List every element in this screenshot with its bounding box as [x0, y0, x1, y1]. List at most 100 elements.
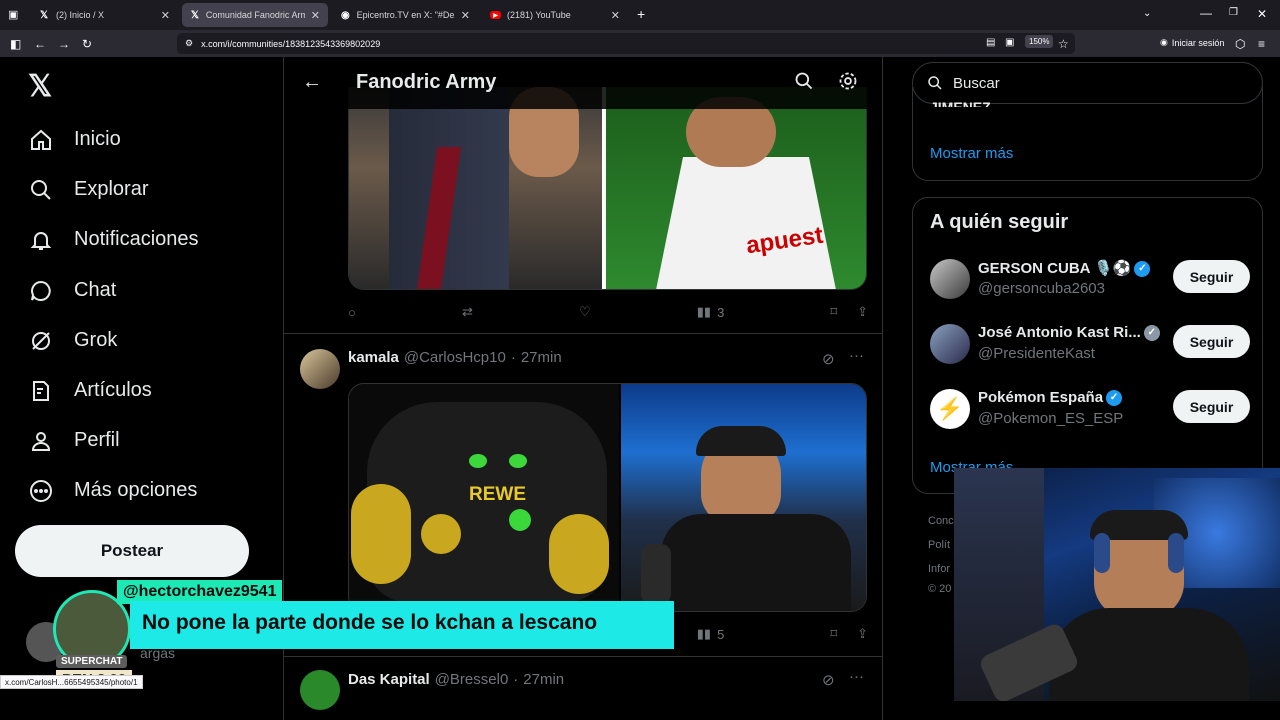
restore-icon[interactable]: ❐ — [1229, 7, 1238, 18]
avatar[interactable] — [930, 324, 970, 364]
close-window-icon[interactable]: ✕ — [1257, 7, 1267, 21]
follow-handle: @Pokemon_ES_ESP — [978, 410, 1124, 427]
more-options-icon[interactable]: ··· — [849, 347, 864, 364]
author-name[interactable]: Das Kapital — [348, 671, 430, 688]
follow-button[interactable]: Seguir — [1173, 325, 1250, 358]
nav-item-perfil[interactable]: Perfil — [28, 428, 120, 453]
media-image[interactable]: REWE — [349, 384, 619, 611]
zoom-level[interactable]: 150% — [1025, 35, 1054, 48]
close-tab-icon[interactable]: ✕ — [311, 9, 320, 22]
menu-icon[interactable]: ≡ — [1258, 37, 1265, 51]
avatar[interactable] — [300, 670, 340, 710]
tweet-media[interactable]: apuest — [348, 87, 867, 290]
tweet-header: Das Kapital @Bressel0 · 27min — [348, 671, 564, 688]
footer-link[interactable]: Infor — [928, 563, 950, 575]
post-button[interactable]: Postear — [15, 525, 249, 577]
show-more-link[interactable]: Mostrar más — [930, 145, 1013, 162]
minimize-icon[interactable]: — — [1200, 6, 1212, 20]
circle-icon: ◉ — [340, 9, 350, 21]
repost-icon[interactable]: ⇄ — [462, 304, 473, 320]
reader-icon[interactable]: ▤ — [986, 37, 995, 48]
sidebar-icon[interactable]: ◧ — [10, 37, 21, 51]
avatar[interactable] — [930, 259, 970, 299]
views-button[interactable]: ▮▮ 5 — [697, 626, 725, 642]
follow-button[interactable]: Seguir — [1173, 390, 1250, 423]
divider — [284, 333, 882, 334]
nav-item-articulos[interactable]: Artículos — [28, 378, 152, 403]
grok-icon[interactable]: ⊘ — [822, 350, 835, 368]
webcam-overlay — [954, 468, 1280, 701]
tab-label: (2) Inicio / X — [56, 10, 105, 20]
nav-label: Notificaciones — [74, 228, 199, 250]
chevron-down-icon[interactable]: ⌄ — [1143, 8, 1151, 19]
more-options-icon[interactable]: ··· — [849, 668, 864, 685]
tweet-media[interactable]: REWE — [348, 383, 867, 612]
tab-inicio[interactable]: 𝕏 (2) Inicio / X ✕ — [30, 3, 178, 27]
views-button[interactable]: ▮▮ 3 — [697, 304, 725, 320]
bookmark-star-icon[interactable]: ☆ — [1058, 37, 1069, 51]
address-toolbar: ◧ ← → ↻ ⚙ x.com/i/communities/1838123543… — [0, 30, 1280, 57]
tab-comunidad[interactable]: 𝕏 Comunidad Fanodric Army / X ✕ — [182, 3, 328, 27]
share-icon[interactable]: ⇪ — [857, 626, 868, 642]
nav-item-notificaciones[interactable]: Notificaciones — [28, 227, 199, 252]
tab-epicentro[interactable]: ◉ Epicentro.TV en X: "#Debat ✕ — [332, 3, 478, 27]
x-logo-icon[interactable]: 𝕏 — [28, 69, 52, 104]
back-arrow-icon[interactable]: ← — [302, 71, 322, 94]
close-tab-icon[interactable]: ✕ — [161, 9, 170, 22]
url-text: x.com/i/communities/1838123543369802029 — [201, 38, 381, 49]
author-name[interactable]: kamala — [348, 349, 399, 366]
follow-suggestion[interactable]: ⚡ Pokémon España ✓ @Pokemon_ES_ESP Seguir — [930, 385, 1250, 433]
avatar[interactable] — [300, 349, 340, 389]
tab-overview-icon[interactable]: ▣ — [8, 8, 18, 21]
author-handle[interactable]: @CarlosHcp10 — [404, 349, 506, 366]
close-tab-icon[interactable]: ✕ — [461, 9, 470, 22]
site-info-icon[interactable]: ⚙ — [185, 38, 193, 49]
status-bar-url: x.com/CarlosH...6655495345/photo/1 — [0, 675, 143, 689]
follow-suggestion[interactable]: GERSON CUBA 🎙️⚽ ✓ @gersoncuba2603 Seguir — [930, 255, 1250, 303]
author-handle[interactable]: @Bressel0 — [435, 671, 509, 688]
community-header: ← Fanodric Army — [284, 57, 882, 109]
url-bar[interactable]: ⚙ x.com/i/communities/183812354336980202… — [177, 33, 1075, 54]
new-tab-icon[interactable]: + — [637, 6, 645, 22]
tab-youtube[interactable]: ▶ (2181) YouTube ✕ — [482, 3, 628, 27]
gear-icon[interactable] — [838, 71, 858, 97]
reply-icon[interactable]: ○ — [348, 305, 356, 320]
reload-icon[interactable]: ↻ — [82, 37, 92, 51]
views-count: 5 — [717, 626, 725, 642]
nav-label: Grok — [74, 329, 118, 351]
pikachu-avatar[interactable]: ⚡ — [930, 389, 970, 429]
login-button[interactable]: ◉ Iniciar sesión — [1160, 37, 1224, 48]
bookmark-icon[interactable]: ⌑ — [830, 304, 837, 320]
media-image[interactable]: apuest — [606, 87, 866, 289]
trend-item[interactable]: JIMENEZ — [930, 99, 991, 107]
grok-icon[interactable]: ⊘ — [822, 671, 835, 689]
nav-item-grok[interactable]: Grok — [28, 328, 117, 353]
media-image[interactable] — [621, 384, 866, 611]
follow-suggestion[interactable]: José Antonio Kast Ri... ✓ @PresidenteKast… — [930, 320, 1250, 368]
nav-item-mas-opciones[interactable]: Más opciones — [28, 478, 197, 503]
like-icon[interactable]: ♡ — [579, 304, 591, 320]
follow-name: Pokémon España ✓ — [978, 389, 1123, 407]
nav-label: Perfil — [74, 429, 120, 451]
tweet-time[interactable]: 27min — [523, 671, 564, 688]
media-image[interactable] — [349, 87, 602, 289]
chat-icon — [28, 278, 53, 303]
bookmark-icon[interactable]: ⌑ — [830, 626, 837, 642]
footer-link[interactable]: Polít — [928, 539, 950, 551]
forward-icon[interactable]: → — [58, 37, 70, 51]
nav-item-chat[interactable]: Chat — [28, 278, 116, 303]
nav-item-explorar[interactable]: Explorar — [28, 177, 148, 202]
footer-link[interactable]: Conc — [928, 515, 954, 527]
extensions-icon[interactable]: ⬡ — [1235, 37, 1245, 51]
pip-icon[interactable]: ▣ — [1005, 37, 1014, 48]
browser-tab-bar: ▣ 𝕏 (2) Inicio / X ✕ 𝕏 Comunidad Fanodri… — [0, 0, 1280, 30]
follow-button[interactable]: Seguir — [1173, 260, 1250, 293]
share-icon[interactable]: ⇪ — [857, 304, 868, 320]
close-tab-icon[interactable]: ✕ — [611, 9, 620, 22]
tweet-time[interactable]: 27min — [521, 349, 562, 366]
nav-item-inicio[interactable]: Inicio — [28, 127, 121, 152]
search-icon[interactable] — [794, 71, 814, 97]
articles-icon — [28, 378, 53, 403]
tweet-actions: ○ ⇄ ♡ ▮▮ 3 ⌑ ⇪ — [348, 304, 868, 320]
back-icon[interactable]: ← — [34, 37, 46, 51]
